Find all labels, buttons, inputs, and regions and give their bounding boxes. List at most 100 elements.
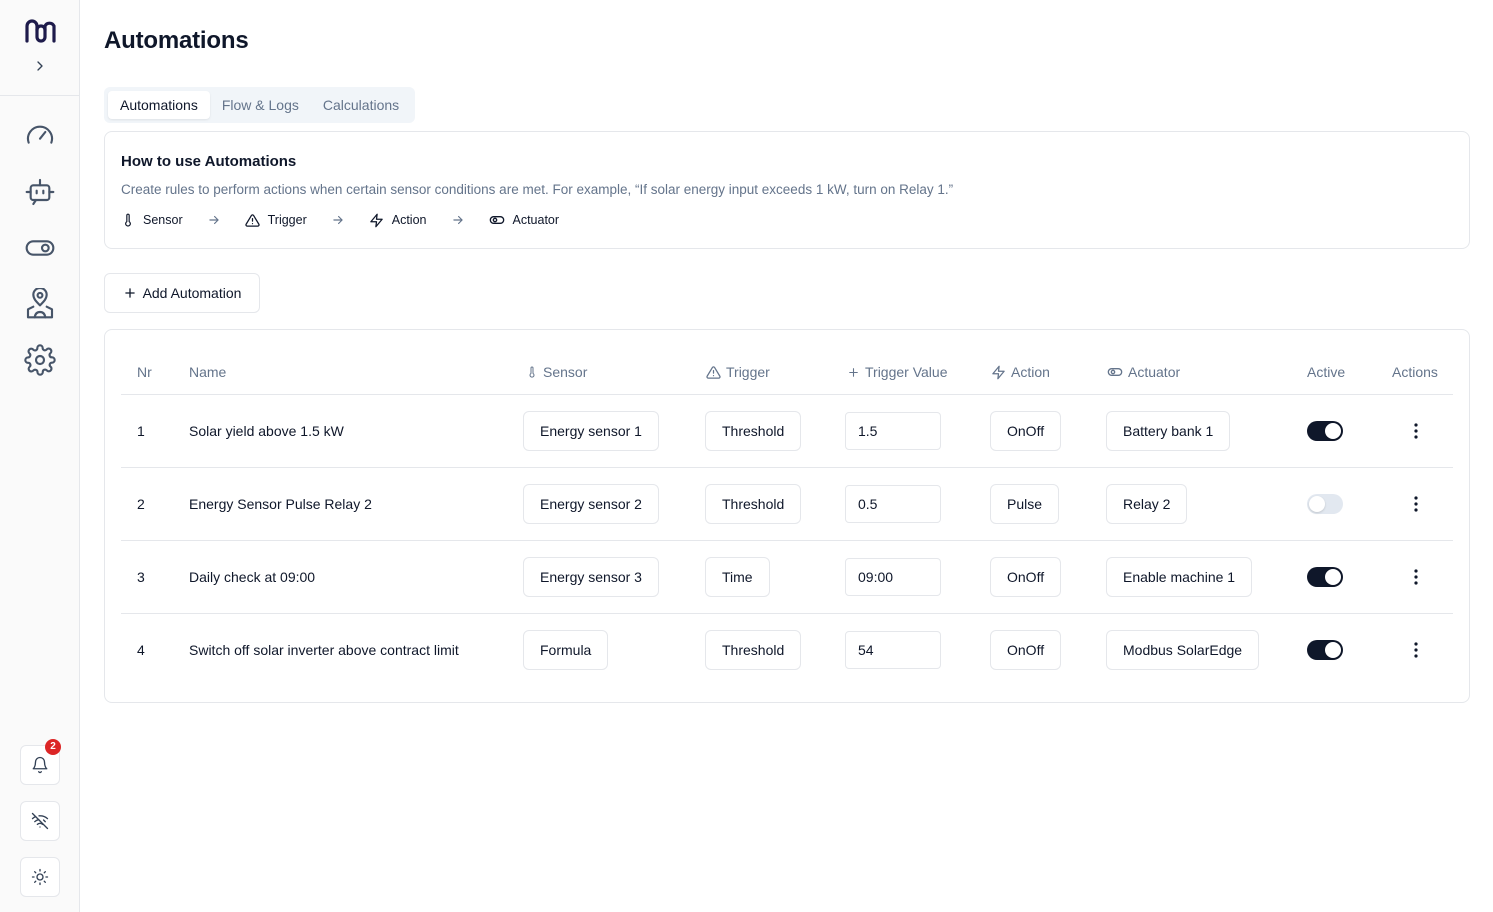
arrow-right-icon (207, 213, 221, 227)
column-header-active: Active (1307, 364, 1346, 380)
how-to-title: How to use Automations (121, 153, 297, 170)
trigger-select[interactable]: Threshold (705, 484, 802, 524)
warning-triangle-icon (244, 213, 260, 227)
plus-icon (849, 367, 858, 377)
action-select[interactable]: OnOff (990, 557, 1062, 597)
row-name: Switch off solar inverter above contract… (189, 642, 459, 658)
sensor-select[interactable]: Energy sensor 2 (523, 484, 659, 524)
actuator-select[interactable]: Battery bank 1 (1106, 411, 1231, 451)
wifi-off-icon (31, 812, 49, 830)
actuator-select[interactable]: Modbus SolarEdge (1106, 630, 1260, 670)
trigger-value-input[interactable] (845, 412, 941, 450)
theme-toggle-button[interactable] (20, 857, 60, 897)
action-select[interactable]: OnOff (990, 411, 1062, 451)
flow-step-label: Action (391, 213, 427, 227)
trigger-value-input[interactable] (845, 631, 941, 669)
add-automation-label: Add Automation (142, 285, 242, 301)
sidebar-item-automations[interactable] (22, 174, 58, 210)
actuator-select[interactable]: Enable machine 1 (1106, 557, 1253, 597)
active-toggle[interactable] (1307, 640, 1343, 660)
flow-step-sensor: Sensor (121, 213, 183, 227)
how-to-card: How to use Automations Create rules to p… (104, 131, 1470, 249)
how-to-flow: Sensor Trigger Action Actuator (121, 212, 1453, 228)
toggle-icon (489, 216, 504, 224)
table-row: 1 Solar yield above 1.5 kW Energy sensor… (121, 395, 1453, 468)
trigger-select[interactable]: Threshold (705, 411, 802, 451)
action-select[interactable]: OnOff (990, 630, 1062, 670)
table-row: 3 Daily check at 09:00 Energy sensor 3 T… (121, 541, 1453, 614)
sensor-select[interactable]: Formula (523, 630, 609, 670)
gear-icon (24, 344, 56, 376)
active-toggle[interactable] (1307, 421, 1343, 441)
chevron-right-icon[interactable] (30, 56, 50, 76)
column-header-action: Action (991, 363, 1050, 381)
sensor-select[interactable]: Energy sensor 1 (523, 411, 659, 451)
trigger-select[interactable]: Time (705, 557, 770, 597)
action-select[interactable]: Pulse (990, 484, 1060, 524)
sidebar-item-sites[interactable] (22, 286, 58, 322)
lightning-icon (992, 365, 1005, 379)
column-header-trigger: Trigger (706, 363, 770, 381)
row-name: Energy Sensor Pulse Relay 2 (189, 496, 372, 512)
flow-step-label: Actuator (512, 213, 560, 227)
actuator-select[interactable]: Relay 2 (1106, 484, 1188, 524)
more-vertical-icon[interactable] (1406, 640, 1426, 660)
sidebar-item-dashboard[interactable] (22, 118, 58, 154)
sidebar-item-settings[interactable] (22, 342, 58, 378)
row-nr: 2 (137, 496, 145, 512)
trigger-value-input[interactable] (845, 558, 941, 596)
row-name: Solar yield above 1.5 kW (189, 423, 344, 439)
row-nr: 3 (137, 569, 145, 585)
page-title: Automations (104, 27, 249, 54)
notification-count-badge: 2 (45, 739, 61, 755)
automations-table: Nr Name Sensor Trigger Trigger Value Act… (104, 329, 1470, 703)
tab-calculations[interactable]: Calculations (311, 91, 411, 119)
table-row: 2 Energy Sensor Pulse Relay 2 Energy sen… (121, 468, 1453, 541)
more-vertical-icon[interactable] (1406, 494, 1426, 514)
gauge-icon (26, 125, 54, 144)
column-header-actuator: Actuator (1107, 363, 1180, 381)
sidebar: 2 (0, 0, 80, 912)
column-header-sensor: Sensor (526, 363, 587, 381)
warning-triangle-icon (706, 365, 721, 379)
sun-icon (31, 868, 49, 886)
connection-status-button[interactable] (20, 801, 60, 841)
lightning-icon (370, 213, 383, 227)
arrow-right-icon (331, 213, 345, 227)
column-header-nr: Nr (137, 364, 152, 380)
toggle-icon (1107, 368, 1123, 376)
row-nr: 4 (137, 642, 145, 658)
brand-logo-icon[interactable] (24, 17, 56, 45)
add-automation-button[interactable]: Add Automation (104, 273, 260, 313)
column-header-trigger-value: Trigger Value (847, 363, 947, 381)
tab-automations[interactable]: Automations (108, 91, 210, 119)
table-row: 4 Switch off solar inverter above contra… (121, 614, 1453, 687)
column-header-name: Name (189, 364, 227, 380)
notifications-button[interactable]: 2 (20, 739, 61, 785)
plus-icon (124, 288, 135, 298)
row-nr: 1 (137, 423, 145, 439)
more-vertical-icon[interactable] (1406, 421, 1426, 441)
sidebar-divider (0, 95, 79, 96)
active-toggle[interactable] (1307, 567, 1343, 587)
column-header-actions: Actions (1392, 364, 1438, 380)
active-toggle[interactable] (1307, 494, 1343, 514)
sensor-select[interactable]: Energy sensor 3 (523, 557, 659, 597)
tab-list: Automations Flow & Logs Calculations (104, 87, 416, 123)
trigger-select[interactable]: Threshold (705, 630, 802, 670)
row-name: Daily check at 09:00 (189, 569, 316, 585)
flow-step-action: Action (369, 213, 427, 228)
thermometer-icon (125, 213, 131, 227)
bell-icon (32, 756, 48, 774)
flow-step-label: Sensor (143, 213, 183, 227)
flow-step-actuator: Actuator (489, 212, 560, 228)
trigger-value-input[interactable] (845, 485, 941, 523)
tab-flow-logs[interactable]: Flow & Logs (210, 91, 311, 119)
robot-icon (25, 178, 55, 206)
thermometer-icon (529, 366, 535, 378)
more-vertical-icon[interactable] (1406, 567, 1426, 587)
flow-step-label: Trigger (267, 213, 307, 227)
sidebar-item-actuators[interactable] (22, 230, 58, 266)
map-pin-user-icon (26, 288, 54, 319)
flow-step-trigger: Trigger (244, 213, 307, 228)
